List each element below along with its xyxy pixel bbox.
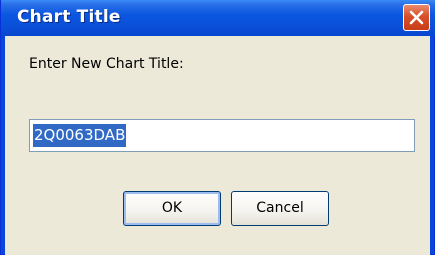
title-prompt-label: Enter New Chart Title: (29, 56, 184, 72)
close-icon (409, 10, 424, 25)
cancel-button[interactable]: Cancel (231, 191, 329, 226)
close-button[interactable] (403, 4, 430, 31)
title-bar[interactable]: Chart Title (1, 0, 435, 36)
dialog-title: Chart Title (17, 7, 121, 27)
chart-title-input[interactable]: 2Q0063DAB (29, 119, 415, 152)
selected-input-text[interactable]: 2Q0063DAB (33, 124, 127, 147)
chart-title-dialog: Chart Title Enter New Chart Title: 2Q006… (0, 0, 435, 255)
ok-button[interactable]: OK (123, 191, 221, 226)
